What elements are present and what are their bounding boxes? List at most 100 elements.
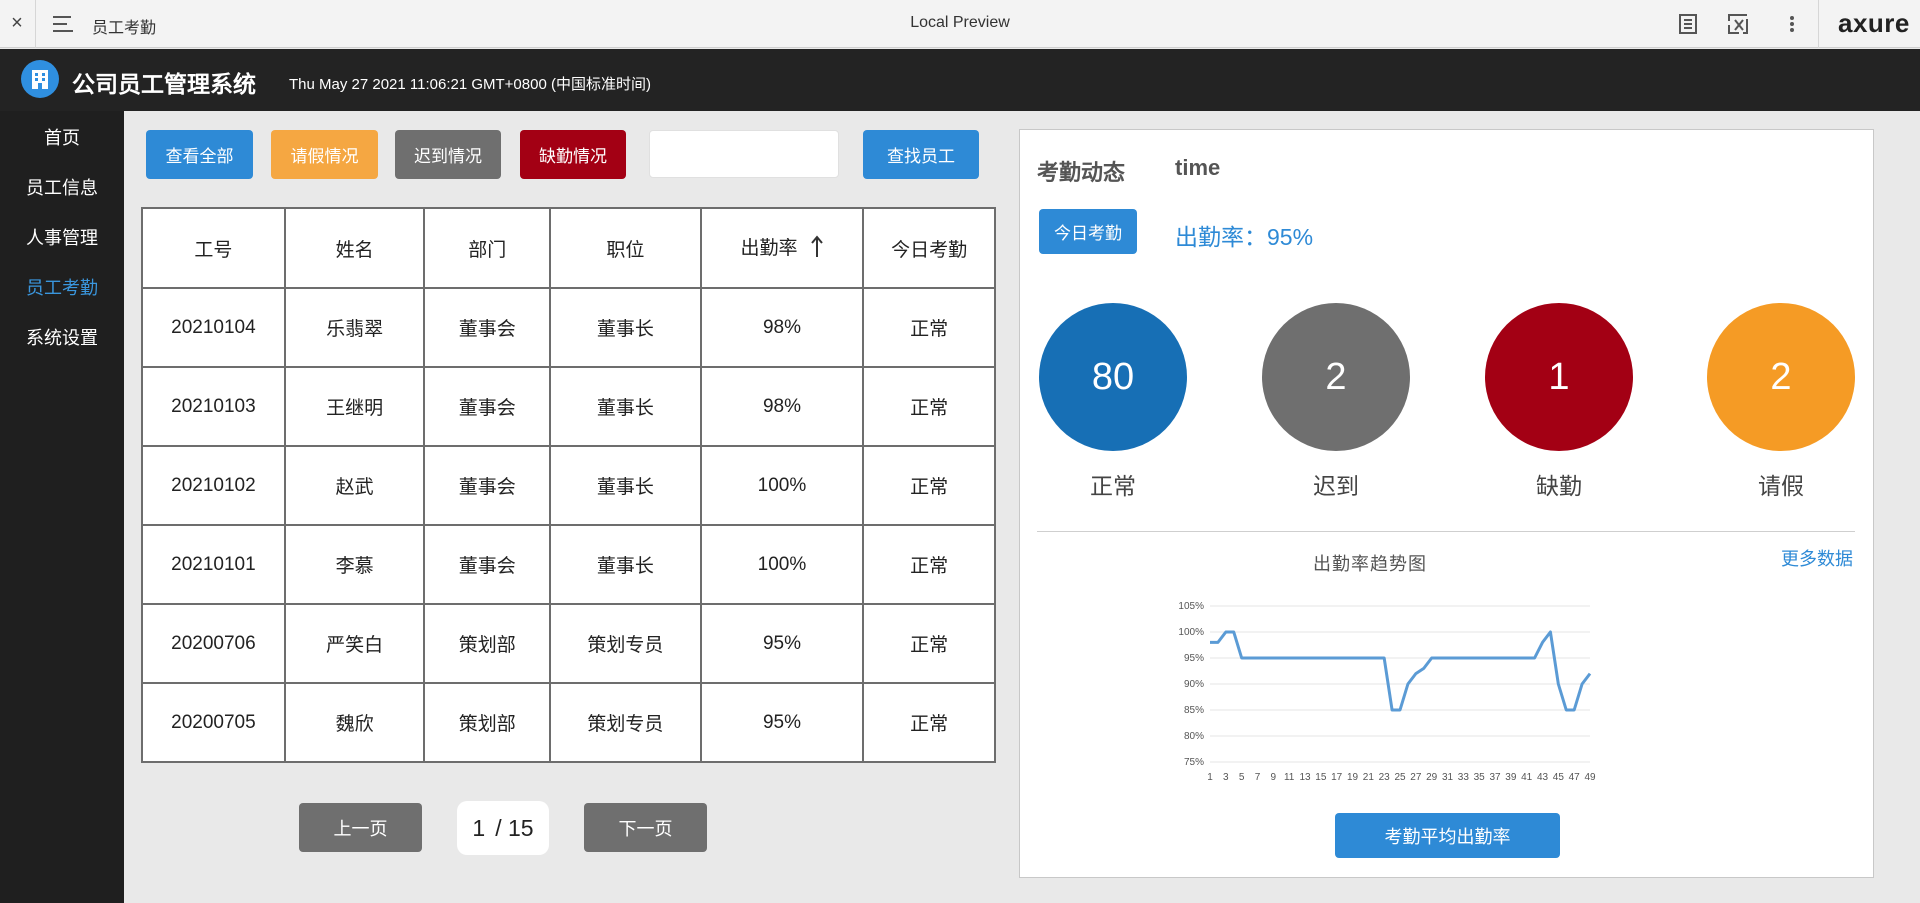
department-cell: 董事会 [423, 445, 552, 526]
column-header-position[interactable]: 职位 [549, 207, 702, 289]
page-name: 员工考勤 [92, 20, 157, 37]
department-cell: 董事会 [423, 287, 552, 368]
notes-icon[interactable] [1676, 12, 1700, 36]
table-row[interactable]: 20200706 严笑白 策划部 策划专员 95% 正常 [141, 603, 996, 684]
sidebar-item-attendance[interactable]: 员工考勤 [0, 274, 124, 300]
x-tick-label: 27 [1410, 772, 1422, 783]
x-tick-label: 49 [1584, 772, 1596, 783]
leave-filter-button[interactable]: 请假情况 [271, 130, 378, 179]
attendance-rate-text: 出勤率：95% [1175, 224, 1314, 250]
x-tick-label: 33 [1458, 772, 1470, 783]
arrow-up-icon[interactable] [811, 235, 824, 263]
divider [1818, 0, 1819, 48]
x-tick-label: 45 [1553, 772, 1565, 783]
panel-time-label: time [1175, 155, 1221, 180]
y-tick-label: 85% [1184, 705, 1204, 716]
position-cell: 策划专员 [549, 603, 702, 684]
sidebar-item-employee-info[interactable]: 员工信息 [0, 174, 124, 200]
attendance-rate-cell: 98% [699, 366, 865, 447]
x-tick-label: 3 [1223, 772, 1229, 783]
x-tick-label: 19 [1347, 772, 1359, 783]
today-status-cell: 正常 [862, 287, 996, 368]
today-attendance-button[interactable]: 今日考勤 [1039, 209, 1137, 254]
stat-late-label: 迟到 [1313, 473, 1359, 499]
attendance-table: 工号 姓名 部门 职位 出勤率 今日考勤 20210104 乐翡翠 董事会 董事长 98… [141, 207, 996, 763]
next-page-button[interactable]: 下一页 [584, 803, 707, 852]
x-tick-label: 23 [1379, 772, 1391, 783]
name-cell: 王继明 [283, 366, 426, 447]
name-cell: 乐翡翠 [283, 287, 426, 368]
x-tick-label: 41 [1521, 772, 1533, 783]
sidebar-item-settings[interactable]: 系统设置 [0, 324, 124, 350]
stat-normal-circle: 80 [1039, 303, 1187, 451]
attendance-rate-cell: 98% [699, 287, 865, 368]
y-tick-label: 95% [1184, 653, 1204, 664]
average-attendance-button[interactable]: 考勤平均出勤率 [1335, 813, 1560, 858]
x-tick-label: 11 [1284, 772, 1295, 783]
today-status-cell: 正常 [862, 524, 996, 605]
table-header-row: 工号 姓名 部门 职位 出勤率 今日考勤 [141, 207, 996, 289]
x-tick-label: 13 [1299, 772, 1311, 783]
stat-late-circle: 2 [1262, 303, 1410, 451]
employee-id-cell: 20210101 [141, 524, 286, 605]
position-cell: 董事长 [549, 287, 702, 368]
position-cell: 董事长 [549, 524, 702, 605]
hamburger-menu-icon[interactable] [53, 16, 73, 32]
table-row[interactable]: 20210104 乐翡翠 董事会 董事长 98% 正常 [141, 287, 996, 368]
sidebar-item-hr[interactable]: 人事管理 [0, 224, 124, 250]
sidebar-item-home[interactable]: 首页 [0, 124, 124, 150]
late-filter-button[interactable]: 迟到情况 [395, 130, 501, 179]
x-tick-label: 15 [1315, 772, 1327, 783]
attendance-rate-cell: 100% [699, 524, 865, 605]
x-tick-label: 47 [1569, 772, 1581, 783]
employee-id-cell: 20210104 [141, 287, 286, 368]
attendance-trend-chart: 75%80%85%90%95%100%105%1 3 5 7 9 11 13 15 17 19 21… [1178, 601, 1596, 783]
column-header-department[interactable]: 部门 [423, 207, 552, 289]
position-cell: 董事长 [549, 445, 702, 526]
absent-filter-button[interactable]: 缺勤情况 [520, 130, 626, 179]
search-employee-button[interactable]: 查找员工 [863, 130, 979, 179]
column-header-name[interactable]: 姓名 [283, 207, 426, 289]
table-row[interactable]: 20210102 赵武 董事会 董事长 100% 正常 [141, 445, 996, 526]
employee-id-cell: 20210102 [141, 445, 286, 526]
stat-normal-label: 正常 [1090, 473, 1136, 499]
building-icon [21, 60, 59, 98]
current-page[interactable]: 1 [472, 815, 485, 842]
x-tick-label: 9 [1271, 772, 1277, 783]
x-tick-label: 37 [1489, 772, 1501, 783]
employee-id-cell: 20200705 [141, 682, 286, 763]
preview-title: Local Preview [910, 14, 1010, 31]
more-data-link[interactable]: 更多数据 [1781, 545, 1853, 571]
name-cell: 严笑白 [283, 603, 426, 684]
attendance-rate-cell: 95% [699, 603, 865, 684]
x-tick-label: 1 [1207, 772, 1213, 783]
table-row[interactable]: 20200705 魏欣 策划部 策划专员 95% 正常 [141, 682, 996, 763]
table-row[interactable]: 20210101 李慕 董事会 董事长 100% 正常 [141, 524, 996, 605]
axure-logo: axure [1838, 8, 1910, 38]
x-tick-label: 17 [1331, 772, 1343, 783]
inspect-icon[interactable] [1726, 12, 1750, 36]
department-cell: 策划部 [423, 603, 552, 684]
column-header-id[interactable]: 工号 [141, 207, 286, 289]
panel-divider [1037, 531, 1855, 532]
close-icon[interactable]: × [8, 12, 26, 35]
column-header-attendance-rate-label: 出勤率 [740, 238, 798, 259]
more-vertical-icon[interactable] [1780, 12, 1804, 36]
today-status-cell: 正常 [862, 682, 996, 763]
y-tick-label: 75% [1184, 757, 1204, 768]
department-cell: 董事会 [423, 524, 552, 605]
employee-search-input[interactable] [649, 130, 839, 178]
prev-page-button[interactable]: 上一页 [299, 803, 422, 852]
column-header-attendance-rate[interactable]: 出勤率 [699, 207, 865, 289]
employee-id-cell: 20200706 [141, 603, 286, 684]
today-status-cell: 正常 [862, 445, 996, 526]
position-cell: 董事长 [549, 366, 702, 447]
stat-leave-label: 请假 [1758, 473, 1804, 499]
panel-title: 考勤动态 [1037, 160, 1126, 185]
table-row[interactable]: 20210103 王继明 董事会 董事长 98% 正常 [141, 366, 996, 447]
column-header-today[interactable]: 今日考勤 [862, 207, 996, 289]
y-tick-label: 90% [1184, 679, 1204, 690]
chart-title: 出勤率趋势图 [1313, 554, 1427, 574]
employee-id-cell: 20210103 [141, 366, 286, 447]
view-all-button[interactable]: 查看全部 [146, 130, 253, 179]
